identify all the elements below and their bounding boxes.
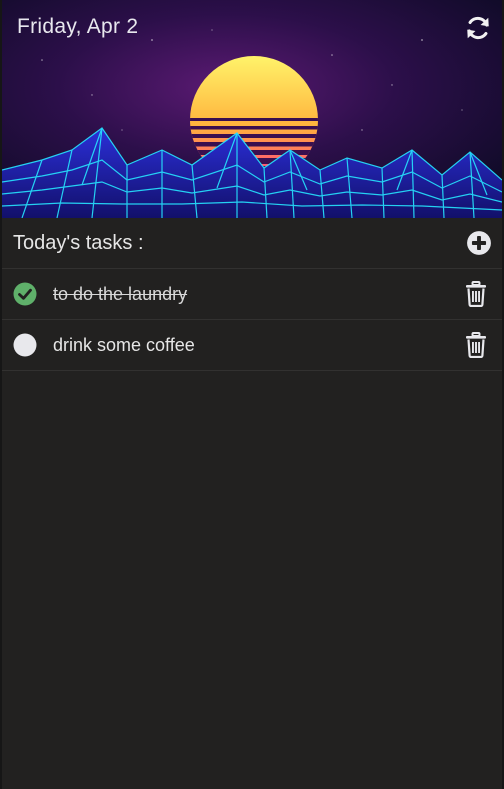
trash-icon[interactable] [464, 281, 488, 307]
date-label: Friday, Apr 2 [17, 15, 139, 38]
add-task-button[interactable] [466, 230, 492, 256]
trash-icon[interactable] [464, 332, 488, 358]
tasks-header: Today's tasks : [2, 218, 502, 269]
task-item: drink some coffee [2, 320, 502, 371]
empty-circle-icon[interactable] [13, 333, 37, 357]
check-circle-icon[interactable] [13, 282, 37, 306]
tasks-title: Today's tasks : [13, 231, 144, 254]
task-text: to do the laundry [53, 283, 188, 304]
task-text: drink some coffee [53, 334, 195, 355]
refresh-icon[interactable] [464, 14, 492, 42]
task-item: to do the laundry [2, 269, 502, 320]
header-banner: Friday, Apr 2 [2, 0, 502, 218]
todo-widget: Friday, Apr 2 Today's tasks : to do the … [0, 0, 504, 789]
